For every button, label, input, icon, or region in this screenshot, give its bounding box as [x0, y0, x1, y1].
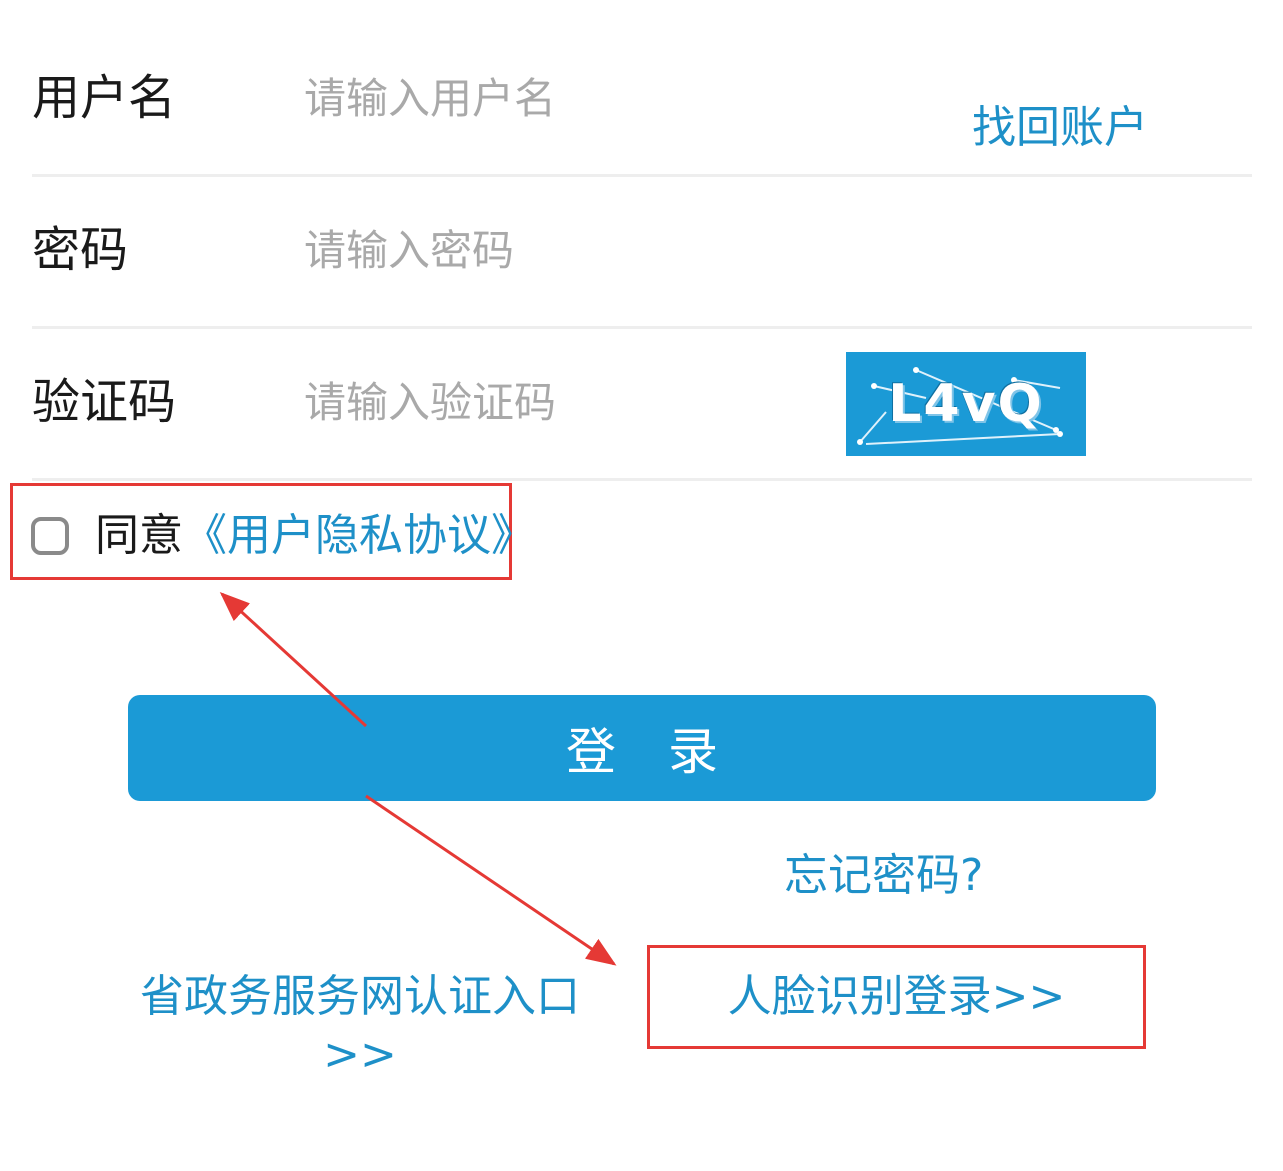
forgot-password-link[interactable]: 忘记密码?: [784, 848, 983, 904]
gov-portal-link[interactable]: 省政务服务网认证入口 >>: [110, 968, 610, 1084]
login-button[interactable]: 登 录: [128, 695, 1156, 801]
gov-portal-link-line1: 省政务服务网认证入口: [140, 971, 580, 1022]
agreement-highlight-box: 同意《用户隐私协议》: [10, 483, 535, 580]
annotation-arrow-down: [365, 794, 617, 966]
agreement-checkbox[interactable]: [31, 517, 69, 555]
agreement-prefix: 同意: [95, 510, 183, 561]
face-login-highlight-box: 人脸识别登录>>: [647, 945, 1146, 1049]
find-account-link[interactable]: 找回账户: [972, 100, 1148, 156]
password-label: 密码: [32, 222, 129, 278]
captcha-code: L4vQ: [888, 374, 1044, 434]
captcha-image[interactable]: L4vQ: [846, 352, 1086, 456]
username-input[interactable]: [304, 68, 804, 128]
privacy-agreement-link[interactable]: 《用户隐私协议》: [183, 510, 535, 561]
captcha-input[interactable]: [304, 372, 804, 432]
agreement-text: 同意《用户隐私协议》: [95, 510, 535, 562]
captcha-label: 验证码: [32, 374, 177, 430]
username-label: 用户名: [32, 70, 177, 126]
face-login-link[interactable]: 人脸识别登录>>: [650, 968, 1143, 1026]
password-row: 密码: [32, 176, 1252, 329]
password-input[interactable]: [304, 220, 804, 280]
gov-portal-link-line2: >>: [323, 1029, 397, 1080]
